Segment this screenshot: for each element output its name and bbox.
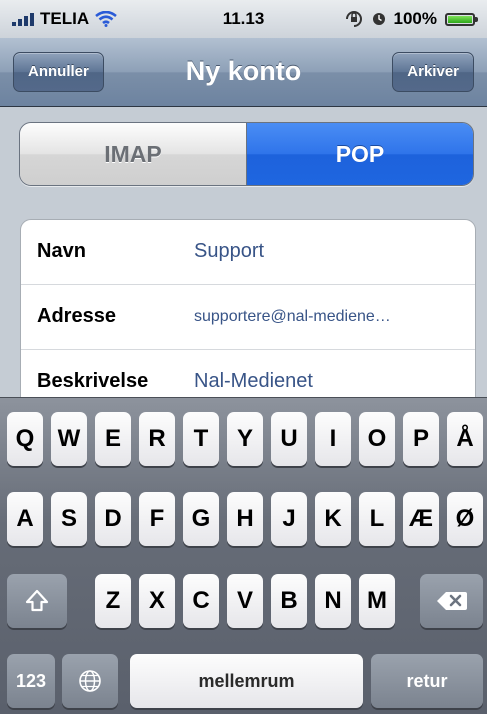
key-l[interactable]: L: [359, 492, 395, 546]
key-t[interactable]: T: [183, 412, 219, 466]
key-c[interactable]: C: [183, 574, 219, 628]
description-label: Beskrivelse: [37, 370, 149, 392]
orientation-lock-icon: [345, 11, 362, 27]
alarm-icon: [372, 13, 385, 25]
delete-key[interactable]: [420, 574, 483, 628]
address-label: Adresse: [37, 305, 116, 327]
key-oe[interactable]: Ø: [447, 492, 483, 546]
key-d[interactable]: D: [95, 492, 131, 546]
key-aa[interactable]: Å: [447, 412, 483, 466]
key-u[interactable]: U: [271, 412, 307, 466]
navigation-bar: Annuller Ny konto Arkiver: [0, 38, 487, 107]
key-e[interactable]: E: [95, 412, 131, 466]
battery-percent: 100%: [393, 9, 437, 28]
key-o[interactable]: O: [359, 412, 395, 466]
shift-key[interactable]: [7, 574, 67, 628]
key-s[interactable]: S: [51, 492, 87, 546]
keyboard: Q W E R T Y U I O P Å A S D F G H J K L …: [0, 397, 487, 714]
segment-imap[interactable]: IMAP: [20, 123, 247, 185]
globe-key[interactable]: [62, 654, 118, 708]
name-row[interactable]: Navn Support: [21, 220, 475, 285]
description-field[interactable]: Nal-Medienet: [194, 370, 313, 393]
space-key[interactable]: mellemrum: [130, 654, 363, 708]
account-type-segmented-control: IMAP POP: [19, 122, 474, 186]
key-f[interactable]: F: [139, 492, 175, 546]
key-h[interactable]: H: [227, 492, 263, 546]
address-row[interactable]: Adresse supportere@nal-mediene…: [21, 285, 475, 350]
key-x[interactable]: X: [139, 574, 175, 628]
key-y[interactable]: Y: [227, 412, 263, 466]
key-j[interactable]: J: [271, 492, 307, 546]
delete-icon: [436, 592, 467, 610]
key-ae[interactable]: Æ: [403, 492, 439, 546]
key-q[interactable]: Q: [7, 412, 43, 466]
account-form: Navn Support Adresse supportere@nal-medi…: [20, 219, 476, 421]
key-r[interactable]: R: [139, 412, 175, 466]
key-k[interactable]: K: [315, 492, 351, 546]
key-w[interactable]: W: [51, 412, 87, 466]
segment-pop[interactable]: POP: [247, 123, 473, 185]
key-p[interactable]: P: [403, 412, 439, 466]
key-g[interactable]: G: [183, 492, 219, 546]
key-i[interactable]: I: [315, 412, 351, 466]
save-button[interactable]: Arkiver: [392, 52, 474, 92]
name-label: Navn: [37, 240, 86, 262]
address-field[interactable]: supportere@nal-mediene…: [194, 308, 391, 326]
name-field[interactable]: Support: [194, 240, 264, 263]
shift-icon: [25, 589, 49, 612]
key-b[interactable]: B: [271, 574, 307, 628]
key-z[interactable]: Z: [95, 574, 131, 628]
globe-icon: [79, 670, 101, 692]
battery-icon: [445, 12, 478, 26]
status-bar: TELIA 11.13 100%: [0, 0, 487, 38]
key-a[interactable]: A: [7, 492, 43, 546]
key-m[interactable]: M: [359, 574, 395, 628]
key-n[interactable]: N: [315, 574, 351, 628]
numbers-key[interactable]: 123: [7, 654, 55, 708]
key-v[interactable]: V: [227, 574, 263, 628]
return-key[interactable]: retur: [371, 654, 483, 708]
